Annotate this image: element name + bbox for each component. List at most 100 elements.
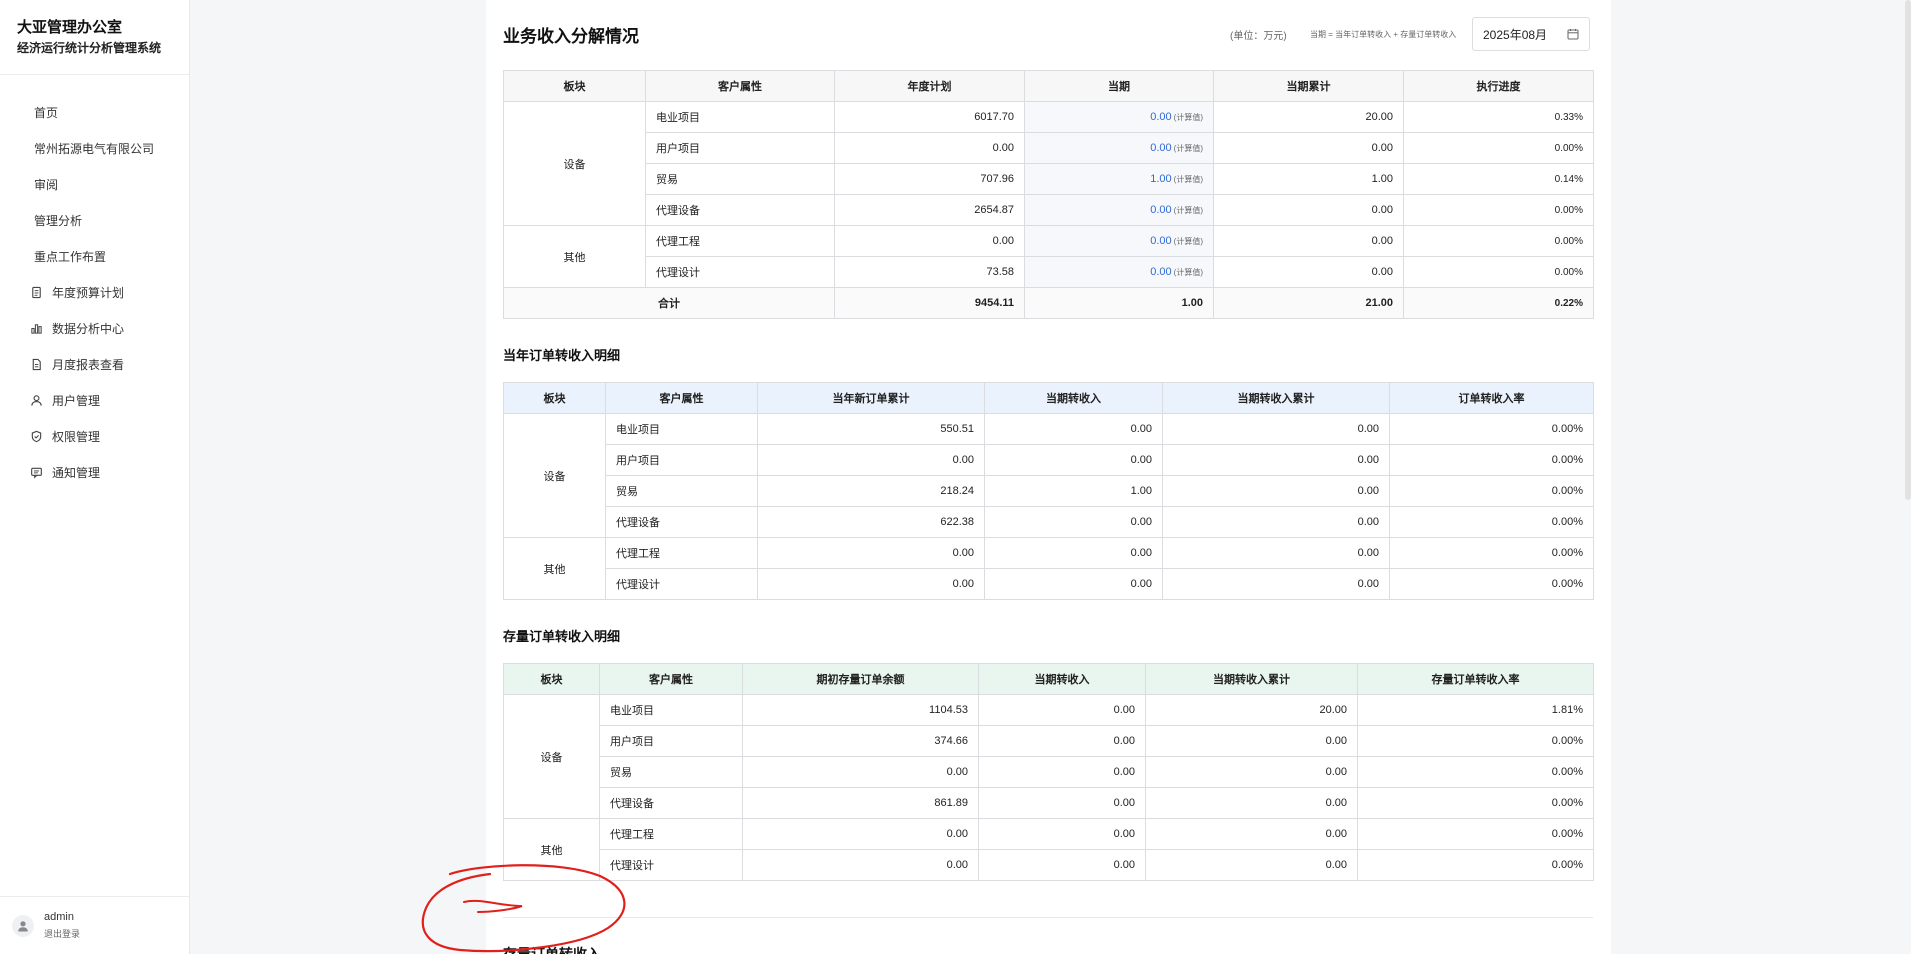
table-row: 代理设备 2654.87 0.00 (计算值) 0.00 0.00% <box>504 194 1594 226</box>
page-title: 业务收入分解情况 <box>503 27 639 46</box>
column-header: 当年新订单累计 <box>757 382 985 414</box>
column-header: 存量订单转收入率 <box>1357 663 1594 695</box>
page-scrollbar[interactable] <box>1905 0 1911 500</box>
column-header: 板块 <box>503 70 646 102</box>
column-header: 板块 <box>503 663 600 695</box>
progress-cell: 0.00% <box>1403 256 1594 288</box>
bar-chart-icon <box>29 321 43 335</box>
value-cell: 0.00 <box>984 413 1163 445</box>
month-picker-value: 2025年08月 <box>1483 27 1548 42</box>
attr-cell: 电业项目 <box>645 101 835 133</box>
sidebar-item-home[interactable]: 首页 <box>0 94 189 130</box>
section-divider <box>503 917 1593 918</box>
rate-cell: 0.00% <box>1389 444 1594 476</box>
rate-cell: 0.00% <box>1357 787 1594 819</box>
value-cell: 0.00 <box>978 725 1146 757</box>
attr-cell: 电业项目 <box>605 413 758 445</box>
sidebar-item-label: 管理分析 <box>34 213 83 228</box>
value-cell: 0.00 <box>1162 475 1390 507</box>
current-cell: 0.00 (计算值) <box>1024 256 1214 288</box>
sidebar-item-management-analysis[interactable]: 管理分析 <box>0 202 189 238</box>
total-current: 1.00 <box>1024 287 1214 319</box>
current-value: 0.00 <box>1150 235 1172 247</box>
rate-cell: 0.00% <box>1389 506 1594 538</box>
total-label: 合计 <box>503 287 835 319</box>
current-cell: 0.00 (计算值) <box>1024 132 1214 164</box>
table-row: 代理设备 861.89 0.00 0.00 0.00% <box>504 787 1594 819</box>
attr-cell: 代理设计 <box>645 256 835 288</box>
section-title-next: 存量订单转收入 <box>503 946 601 954</box>
sidebar-item-label: 数据分析中心 <box>52 321 125 336</box>
total-cumulative: 21.00 <box>1213 287 1404 319</box>
sidebar-item-label: 年度预算计划 <box>52 285 125 300</box>
sidebar-item-key-work[interactable]: 重点工作布置 <box>0 238 189 274</box>
plan-cell: 73.58 <box>834 256 1025 288</box>
formula-note: 当期 = 当年订单转收入 + 存量订单转收入 <box>1310 30 1457 39</box>
value-cell: 1104.53 <box>742 694 979 726</box>
column-header: 客户属性 <box>645 70 835 102</box>
calc-note: (计算值) <box>1173 268 1203 277</box>
logout-link[interactable]: 退出登录 <box>44 927 80 941</box>
rate-cell: 0.00% <box>1357 818 1594 850</box>
column-header: 当期转收入 <box>984 382 1163 414</box>
attr-cell: 贸易 <box>599 756 743 788</box>
column-header: 订单转收入率 <box>1389 382 1594 414</box>
current-value: 0.00 <box>1150 204 1172 216</box>
revenue-breakdown-table: 板块 客户属性 年度计划 当期 当期累计 执行进度 设备 电业项目 6017.7… <box>503 70 1594 319</box>
value-cell: 0.00 <box>978 849 1146 881</box>
attr-cell: 电业项目 <box>599 694 743 726</box>
table-row: 贸易 0.00 0.00 0.00 0.00% <box>504 756 1594 788</box>
rate-cell: 0.00% <box>1357 849 1594 881</box>
current-cell: 0.00 (计算值) <box>1024 194 1214 226</box>
sidebar-item-notifications[interactable]: 通知管理 <box>0 454 189 490</box>
sidebar-item-users[interactable]: 用户管理 <box>0 382 189 418</box>
calc-note: (计算值) <box>1173 113 1203 122</box>
column-header: 执行进度 <box>1403 70 1594 102</box>
table-row: 代理设计 0.00 0.00 0.00 0.00% <box>504 568 1594 600</box>
brand-subtitle: 经济运行统计分析管理系统 <box>17 41 162 55</box>
table-row: 用户项目 374.66 0.00 0.00 0.00% <box>504 725 1594 757</box>
value-cell: 1.00 <box>984 475 1163 507</box>
brand: 大亚管理办公室 经济运行统计分析管理系统 <box>0 0 189 75</box>
value-cell: 0.00 <box>1145 849 1358 881</box>
segment-cell: 其他 <box>503 225 646 288</box>
rate-cell: 0.00% <box>1389 475 1594 507</box>
value-cell: 0.00 <box>1162 506 1390 538</box>
sidebar-item-data-analysis[interactable]: 数据分析中心 <box>0 310 189 346</box>
sidebar-item-label: 重点工作布置 <box>34 249 107 264</box>
table-row: 贸易 707.96 1.00 (计算值) 1.00 0.14% <box>504 163 1594 195</box>
sidebar-item-review[interactable]: 审阅 <box>0 166 189 202</box>
progress-cell: 0.00% <box>1403 194 1594 226</box>
column-header: 当期转收入 <box>978 663 1146 695</box>
cumulative-cell: 1.00 <box>1213 163 1404 195</box>
value-cell: 0.00 <box>978 694 1146 726</box>
sidebar-item-company[interactable]: 常州拓源电气有限公司 <box>0 130 189 166</box>
table-row: 代理设计 0.00 0.00 0.00 0.00% <box>504 849 1594 881</box>
value-cell: 0.00 <box>1162 568 1390 600</box>
sidebar-item-annual-budget[interactable]: 年度预算计划 <box>0 274 189 310</box>
value-cell: 0.00 <box>757 568 985 600</box>
plan-cell: 0.00 <box>834 132 1025 164</box>
total-row: 合计 9454.11 1.00 21.00 0.22% <box>503 287 1594 319</box>
sidebar-item-permissions[interactable]: 权限管理 <box>0 418 189 454</box>
segment-cell: 设备 <box>503 694 600 819</box>
sidebar: 大亚管理办公室 经济运行统计分析管理系统 首页 常州拓源电气有限公司 审阅 管理… <box>0 0 190 954</box>
avatar[interactable] <box>12 914 34 937</box>
sidebar-item-monthly-report[interactable]: 月度报表查看 <box>0 346 189 382</box>
column-header: 当期转收入累计 <box>1162 382 1390 414</box>
section-title-stock-orders: 存量订单转收入明细 <box>503 629 621 644</box>
app-root: 大亚管理办公室 经济运行统计分析管理系统 首页 常州拓源电气有限公司 审阅 管理… <box>0 0 1911 954</box>
value-cell: 0.00 <box>1145 756 1358 788</box>
file-icon <box>29 357 43 371</box>
current-value: 0.00 <box>1150 111 1172 123</box>
value-cell: 622.38 <box>757 506 985 538</box>
table-row: 代理设备 622.38 0.00 0.00 0.00% <box>504 506 1594 538</box>
column-header: 年度计划 <box>834 70 1025 102</box>
page-header: 业务收入分解情况 (单位：万元) 当期 = 当年订单转收入 + 存量订单转收入 … <box>503 0 1593 70</box>
sidebar-item-label: 审阅 <box>34 177 59 192</box>
value-cell: 0.00 <box>757 537 985 569</box>
attr-cell: 用户项目 <box>645 132 835 164</box>
unit-label: (单位：万元) <box>1230 31 1287 42</box>
sidebar-item-label: 用户管理 <box>52 393 101 408</box>
month-picker[interactable]: 2025年08月 <box>1472 17 1590 51</box>
